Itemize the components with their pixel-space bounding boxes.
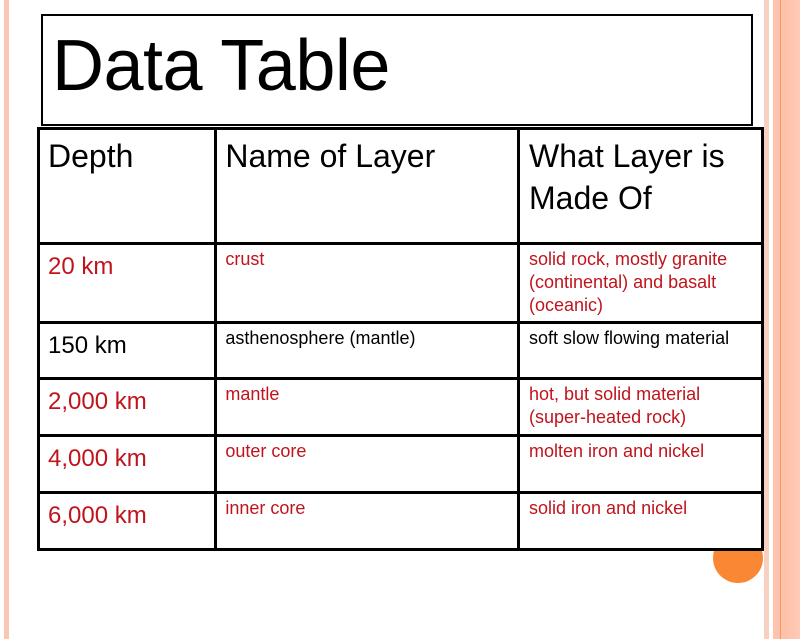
header-what-layer-is-made-of: What Layer is Made Of — [517, 127, 764, 245]
depth-value: 6,000 km — [48, 502, 147, 529]
left-decorative-stripe — [4, 0, 9, 639]
composition-cell: solid iron and nickel — [517, 491, 764, 551]
composition-cell: molten iron and nickel — [517, 434, 764, 494]
depth-cell: 2,000 km — [36, 377, 218, 437]
layer-composition: solid rock, mostly granite (continental)… — [529, 249, 728, 315]
header-name-of-layer: Name of Layer — [214, 127, 521, 245]
table-row: 20 km crust solid rock, mostly granite (… — [36, 242, 764, 324]
depth-value: 2,000 km — [48, 388, 147, 415]
right-decorative-band — [773, 0, 800, 639]
layer-name-cell: crust — [214, 242, 521, 324]
layer-name-cell: outer core — [214, 434, 521, 494]
depth-cell: 6,000 km — [36, 491, 218, 551]
header-depth: Depth — [36, 127, 218, 245]
layer-name: outer core — [225, 441, 307, 461]
layer-composition: soft slow flowing material — [529, 328, 730, 348]
slide-title: Data Table — [52, 26, 390, 106]
depth-value: 150 km — [48, 332, 127, 359]
table-row: 150 km asthenosphere (mantle) soft slow … — [36, 321, 764, 380]
layer-name-cell: inner core — [214, 491, 521, 551]
depth-cell: 4,000 km — [36, 434, 218, 494]
depth-cell: 150 km — [36, 321, 218, 380]
right-decorative-line — [780, 0, 781, 639]
table-row: 4,000 km outer core molten iron and nick… — [36, 434, 764, 494]
layer-name-cell: mantle — [214, 377, 521, 437]
layer-composition: solid iron and nickel — [529, 498, 688, 518]
layer-name: asthenosphere (mantle) — [225, 328, 416, 348]
table-row: 2,000 km mantle hot, but solid material … — [36, 377, 764, 437]
data-table: Depth Name of Layer What Layer is Made O… — [36, 127, 764, 551]
layer-name-cell: asthenosphere (mantle) — [214, 321, 521, 380]
table-row: 6,000 km inner core solid iron and nicke… — [36, 491, 764, 551]
depth-value: 4,000 km — [48, 445, 147, 472]
layer-composition: molten iron and nickel — [529, 441, 705, 461]
right-decorative-stripe-inner — [764, 0, 769, 639]
depth-cell: 20 km — [36, 242, 218, 324]
composition-cell: solid rock, mostly granite (continental)… — [517, 242, 764, 324]
composition-cell: hot, but solid material (super-heated ro… — [517, 377, 764, 437]
layer-name: crust — [225, 249, 265, 269]
depth-value: 20 km — [48, 253, 114, 280]
title-box: Data Table — [41, 14, 753, 126]
table-header-row: Depth Name of Layer What Layer is Made O… — [36, 127, 764, 245]
layer-composition: hot, but solid material (super-heated ro… — [529, 384, 701, 427]
layer-name: mantle — [225, 384, 280, 404]
composition-cell: soft slow flowing material — [517, 321, 764, 380]
layer-name: inner core — [225, 498, 306, 518]
